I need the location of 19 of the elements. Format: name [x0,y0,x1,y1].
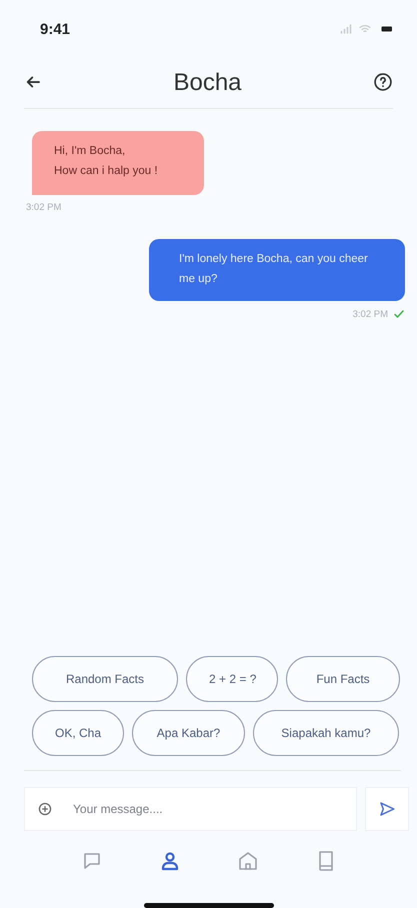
status-time: 9:41 [40,20,70,38]
received-message: Hi, I'm Bocha, How can i halp you ! [32,131,204,195]
chat-title: Bocha [173,69,242,97]
send-icon [378,800,396,818]
message-time: 3:02 PM [352,308,388,320]
message-input[interactable]: Your message.... [24,787,357,831]
quick-reply-chip[interactable]: Apa Kabar? [132,710,245,756]
message-time: 3:02 PM [26,202,62,213]
sent-message: I'm lonely here Bocha, can you cheer me up? [149,239,405,301]
signal-icon [339,23,353,35]
quick-reply-chip[interactable]: Random Facts [32,656,178,702]
quick-reply-chip[interactable]: Siapakah kamu? [253,710,399,756]
wifi-icon [358,23,372,35]
quick-reply-chip[interactable]: OK, Cha [32,710,124,756]
help-icon [373,72,393,92]
send-button[interactable] [365,787,409,831]
quick-reply-chip[interactable]: Fun Facts [286,656,400,702]
quick-reply-chip[interactable]: 2 + 2 = ? [186,656,278,702]
add-circle-icon[interactable] [38,802,52,816]
